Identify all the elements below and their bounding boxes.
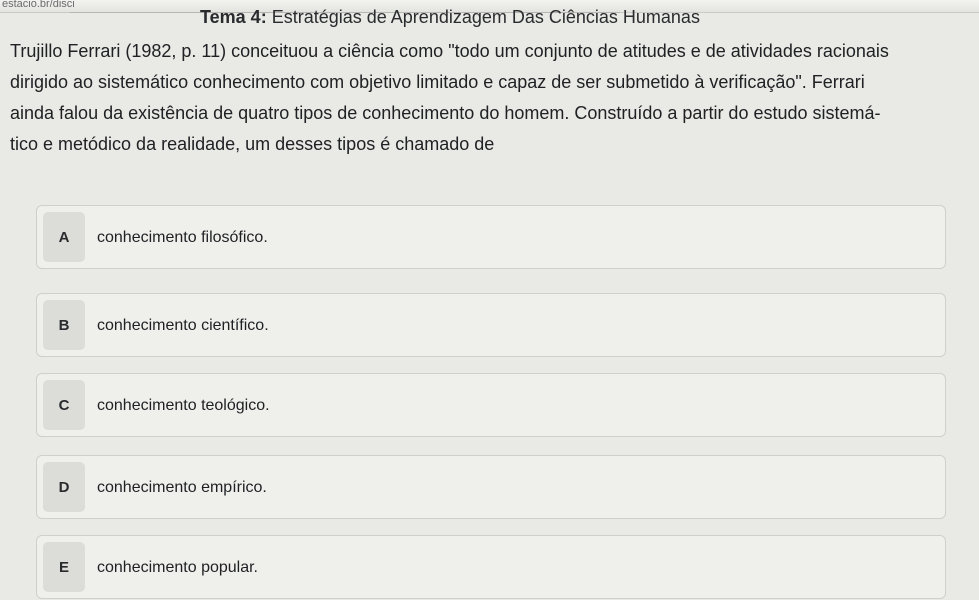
option-letter-b: B — [43, 300, 85, 350]
option-letter-e: E — [43, 542, 85, 592]
url-text: estacio.br/disci — [2, 0, 75, 10]
option-b[interactable]: B conhecimento científico. — [36, 293, 946, 357]
option-text-d: conhecimento empírico. — [97, 479, 267, 496]
option-text-e: conhecimento popular. — [97, 559, 258, 576]
option-letter-c: C — [43, 380, 85, 430]
option-a[interactable]: A conhecimento filosófico. — [36, 205, 946, 269]
question-text: Trujillo Ferrari (1982, p. 11) conceituo… — [10, 36, 975, 160]
option-text-c: conhecimento teológico. — [97, 397, 270, 414]
option-text-b: conhecimento científico. — [97, 317, 269, 334]
topic-title: Tema 4: Estratégias de Aprendizagem Das … — [200, 7, 700, 28]
question-line: Trujillo Ferrari (1982, p. 11) conceituo… — [10, 41, 889, 61]
option-c[interactable]: C conhecimento teológico. — [36, 373, 946, 437]
option-text-a: conhecimento filosófico. — [97, 229, 268, 246]
question-line: dirigido ao sistemático conhecimento com… — [10, 72, 865, 92]
option-d[interactable]: D conhecimento empírico. — [36, 455, 946, 519]
question-line: tico e metódico da realidade, um desses … — [10, 134, 495, 154]
topic-name: Estratégias de Aprendizagem Das Ciências… — [271, 7, 700, 27]
option-letter-d: D — [43, 462, 85, 512]
question-line: ainda falou da existência de quatro tipo… — [10, 103, 881, 123]
option-e[interactable]: E conhecimento popular. — [36, 535, 946, 599]
topic-label: Tema 4: — [200, 7, 267, 27]
option-letter-a: A — [43, 212, 85, 262]
